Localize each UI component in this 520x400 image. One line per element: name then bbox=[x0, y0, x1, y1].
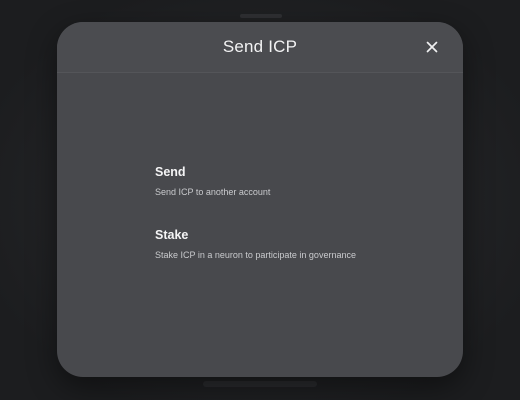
stake-option-description: Stake ICP in a neuron to participate in … bbox=[155, 250, 356, 260]
send-option-title: Send bbox=[155, 165, 186, 179]
send-icp-modal: Send ICP Send Send ICP to another accoun… bbox=[57, 22, 463, 377]
close-icon bbox=[426, 41, 438, 53]
stake-option-title: Stake bbox=[155, 228, 189, 242]
modal-header: Send ICP bbox=[57, 22, 463, 73]
background-handle bbox=[240, 14, 282, 18]
close-button[interactable] bbox=[423, 38, 441, 56]
send-option[interactable]: Send Send ICP to another account bbox=[155, 165, 405, 197]
stake-option[interactable]: Stake Stake ICP in a neuron to participa… bbox=[155, 228, 405, 260]
send-option-description: Send ICP to another account bbox=[155, 187, 271, 197]
modal-title: Send ICP bbox=[222, 37, 298, 56]
background-bar bbox=[203, 381, 317, 387]
